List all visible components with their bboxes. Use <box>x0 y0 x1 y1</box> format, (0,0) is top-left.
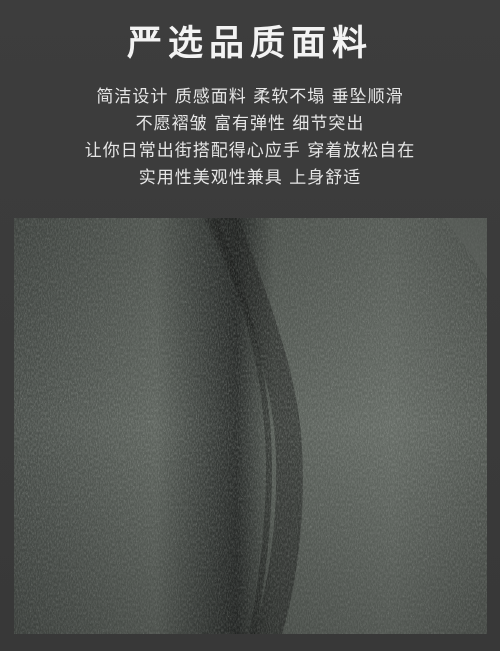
description-line-1: 简洁设计 质感面料 柔软不塌 垂坠顺滑 <box>96 87 404 107</box>
fabric-texture-image <box>14 218 487 634</box>
description-line-4: 实用性美观性兼具 上身舒适 <box>138 168 362 188</box>
description-line-2: 不愿褶皱 富有弹性 细节突出 <box>135 114 365 134</box>
fabric-photo <box>14 218 487 634</box>
description-line-3: 让你日常出街搭配得心应手 穿着放松自在 <box>84 141 416 161</box>
feature-description: 简洁设计 质感面料 柔软不塌 垂坠顺滑 不愿褶皱 富有弹性 细节突出 让你日常出… <box>0 84 500 192</box>
section-title: 严选品质面料 <box>126 24 373 64</box>
product-detail-page: 严选品质面料 简洁设计 质感面料 柔软不塌 垂坠顺滑 不愿褶皱 富有弹性 细节突… <box>0 0 500 651</box>
